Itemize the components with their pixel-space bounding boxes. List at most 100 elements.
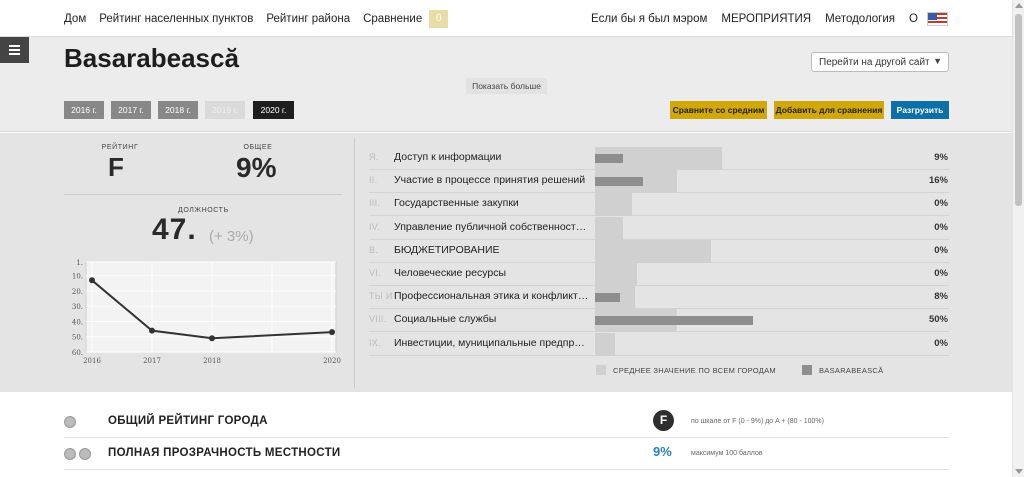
city-header: Basarabească Перейти на другой сайт ▼ По…	[0, 37, 1012, 132]
indicator-value: 9%	[934, 152, 948, 163]
info-circle-icon[interactable]	[64, 416, 76, 428]
summary-divider	[64, 194, 342, 195]
site-select-value: Перейти на другой сайт	[819, 56, 930, 68]
grade-circle-icon[interactable]	[79, 448, 91, 460]
indicator-number: Я.	[369, 152, 379, 162]
chart-x-tick-label: 2017	[143, 357, 161, 365]
transparency-percent: 9%	[653, 444, 672, 459]
indicator-average-bar	[595, 332, 615, 356]
year-2017-button[interactable]: 2017 г.	[111, 101, 151, 119]
indicator-value: 0%	[934, 337, 948, 349]
year-2018-button[interactable]: 2018 г.	[158, 101, 198, 119]
overall-rating-row[interactable]: ОБЩИЙ РЕЙТИНГ ГОРОДА F по шкале от F (0 …	[64, 406, 949, 438]
nav-district-rating-link[interactable]: Рейтинг района	[266, 13, 350, 25]
indicator-bar-track	[595, 170, 878, 194]
chart-data-point	[329, 329, 335, 336]
nav-events-link[interactable]: МЕРОПРИЯТИЯ	[721, 13, 811, 25]
us-flag-icon[interactable]	[927, 11, 948, 26]
indicator-average-bar	[595, 216, 624, 240]
indicator-number: ТЫ И	[369, 291, 393, 302]
summary-panel: РЕЙТИНГ F ОБЩЕЕ 9% ДОЛЖНОСТЬ 47. (+ 3%) …	[0, 133, 1012, 392]
page: Дом Рейтинг населенных пунктов Рейтинг р…	[0, 0, 1024, 477]
indicator-row[interactable]: VIII. Социальные службы 50%	[369, 309, 949, 333]
indicator-row[interactable]: VI. Человеческие ресурсы 0%	[369, 263, 949, 286]
transparency-note: максимум 100 баллов	[691, 450, 763, 457]
indicator-name: Инвестиции, муниципальные предприятия	[394, 336, 589, 349]
indicator-row[interactable]: В. БЮДЖЕТИРОВАНИЕ 0%	[369, 239, 949, 263]
indicator-name: БЮДЖЕТИРОВАНИЕ	[394, 243, 500, 256]
hamburger-menu-icon[interactable]	[0, 37, 29, 63]
indicator-value: 0%	[934, 268, 948, 279]
scrollbar-thumb[interactable]	[1015, 14, 1022, 206]
year-2019-button: 2019 г.	[205, 101, 245, 119]
chart-y-tick-label: 50.	[72, 334, 83, 342]
chart-y-tick-label: 60.	[72, 349, 83, 357]
full-transparency-title: ПОЛНАЯ ПРОЗРАЧНОСТЬ МЕСТНОСТИ	[108, 447, 341, 459]
overall-rating-note: по шкале от F (0 - 9%) до A + (80 - 100%…	[691, 418, 824, 425]
legend-average-swatch	[596, 365, 606, 375]
compare-count-badge[interactable]: 0	[429, 9, 449, 28]
year-2016-button[interactable]: 2016 г.	[64, 101, 104, 119]
page-scrollbar[interactable]	[1012, 0, 1024, 477]
indicator-bar-track	[595, 147, 878, 170]
chart-data-point	[149, 327, 155, 334]
overall-rating-title: ОБЩИЙ РЕЙТИНГ ГОРОДА	[108, 415, 268, 427]
indicator-name: Государственные закупки	[394, 197, 519, 210]
info-circle-icon[interactable]	[64, 448, 76, 460]
chart-y-tick-label: 10.	[72, 273, 83, 281]
chevron-down-icon: ▼	[933, 56, 942, 66]
nav-compare-link[interactable]: Сравнение	[363, 13, 422, 25]
indicator-number: IX.	[369, 337, 381, 348]
position-change: (+ 3%)	[209, 228, 254, 245]
indicator-average-bar	[595, 193, 632, 217]
indicator-number: VIII.	[369, 314, 387, 325]
indicator-name: Профессиональная этика и конфликт интере…	[394, 290, 589, 303]
legend-average-label: СРЕДНЕЕ ЗНАЧЕНИЕ ПО ВСЕМ ГОРОДАМ	[613, 365, 776, 375]
indicator-average-bar	[595, 239, 712, 263]
indicator-row[interactable]: ТЫ ИПрофессиональная этика и конфликт ин…	[369, 286, 949, 310]
indicator-bar-track	[595, 239, 878, 263]
nav-right: Если бы я был мэром МЕРОПРИЯТИЯ Методоло…	[577, 0, 948, 37]
chart-x-tick-label: 2018	[203, 357, 221, 365]
show-more-button[interactable]: Показать больше	[466, 78, 547, 94]
nav-methodology-link[interactable]: Методология	[825, 13, 895, 25]
indicator-average-bar	[595, 263, 638, 286]
year-2020-button[interactable]: 2020 г.	[253, 101, 294, 119]
total-value: 9%	[236, 152, 277, 183]
scroll-up-icon[interactable]	[1015, 3, 1023, 8]
compare-average-button[interactable]: Сравните со средним	[670, 101, 767, 119]
legend-city-swatch	[801, 365, 812, 375]
nav-home-link[interactable]: Дом	[64, 13, 86, 25]
indicator-bar-track	[595, 263, 878, 286]
indicator-value: 8%	[934, 291, 948, 303]
chart-data-point	[89, 277, 95, 284]
indicator-city-bar	[595, 177, 644, 187]
indicator-city-bar	[595, 154, 624, 163]
indicator-row[interactable]: IV. Управление публичной собственностью 0%	[369, 216, 949, 240]
chart-y-tick-label: 40.	[72, 318, 83, 326]
download-button[interactable]: Разгрузить	[891, 101, 949, 119]
site-select-dropdown[interactable]: Перейти на другой сайт ▼	[811, 52, 949, 72]
indicator-name: Управление публичной собственностью	[394, 220, 589, 233]
indicator-row[interactable]: Я. Доступ к информации 9%	[369, 147, 949, 170]
chart-data-point	[209, 335, 215, 342]
grade-badge: F	[653, 410, 674, 431]
chart-y-tick-label: 1.	[76, 259, 83, 267]
indicator-row[interactable]: IX. Инвестиции, муниципальные предприятия…	[369, 332, 949, 356]
rating-value: F	[108, 152, 124, 182]
indicator-row[interactable]: II. Участие в процессе принятия решений 16…	[369, 170, 949, 194]
full-transparency-row[interactable]: ПОЛНАЯ ПРОЗРАЧНОСТЬ МЕСТНОСТИ 9% максиму…	[64, 438, 949, 470]
indicator-row[interactable]: III. Государственные закупки 0%	[369, 193, 949, 217]
indicator-bar-track	[595, 332, 878, 356]
page-title: Basarabească	[64, 43, 239, 73]
indicator-city-bar	[595, 293, 621, 303]
indicator-value: 0%	[934, 244, 948, 256]
add-to-compare-button[interactable]: Добавить для сравнения	[774, 101, 884, 119]
scroll-down-icon[interactable]	[1015, 469, 1023, 474]
total-label: ОБЩЕЕ	[243, 144, 273, 151]
chart-y-tick-label: 20.	[72, 288, 83, 296]
nav-about-link[interactable]: О	[909, 13, 918, 25]
indicator-name: Человеческие ресурсы	[394, 267, 506, 279]
nav-locality-rating-link[interactable]: Рейтинг населенных пунктов	[99, 13, 253, 25]
nav-if-mayor-link[interactable]: Если бы я был мэром	[591, 13, 707, 25]
